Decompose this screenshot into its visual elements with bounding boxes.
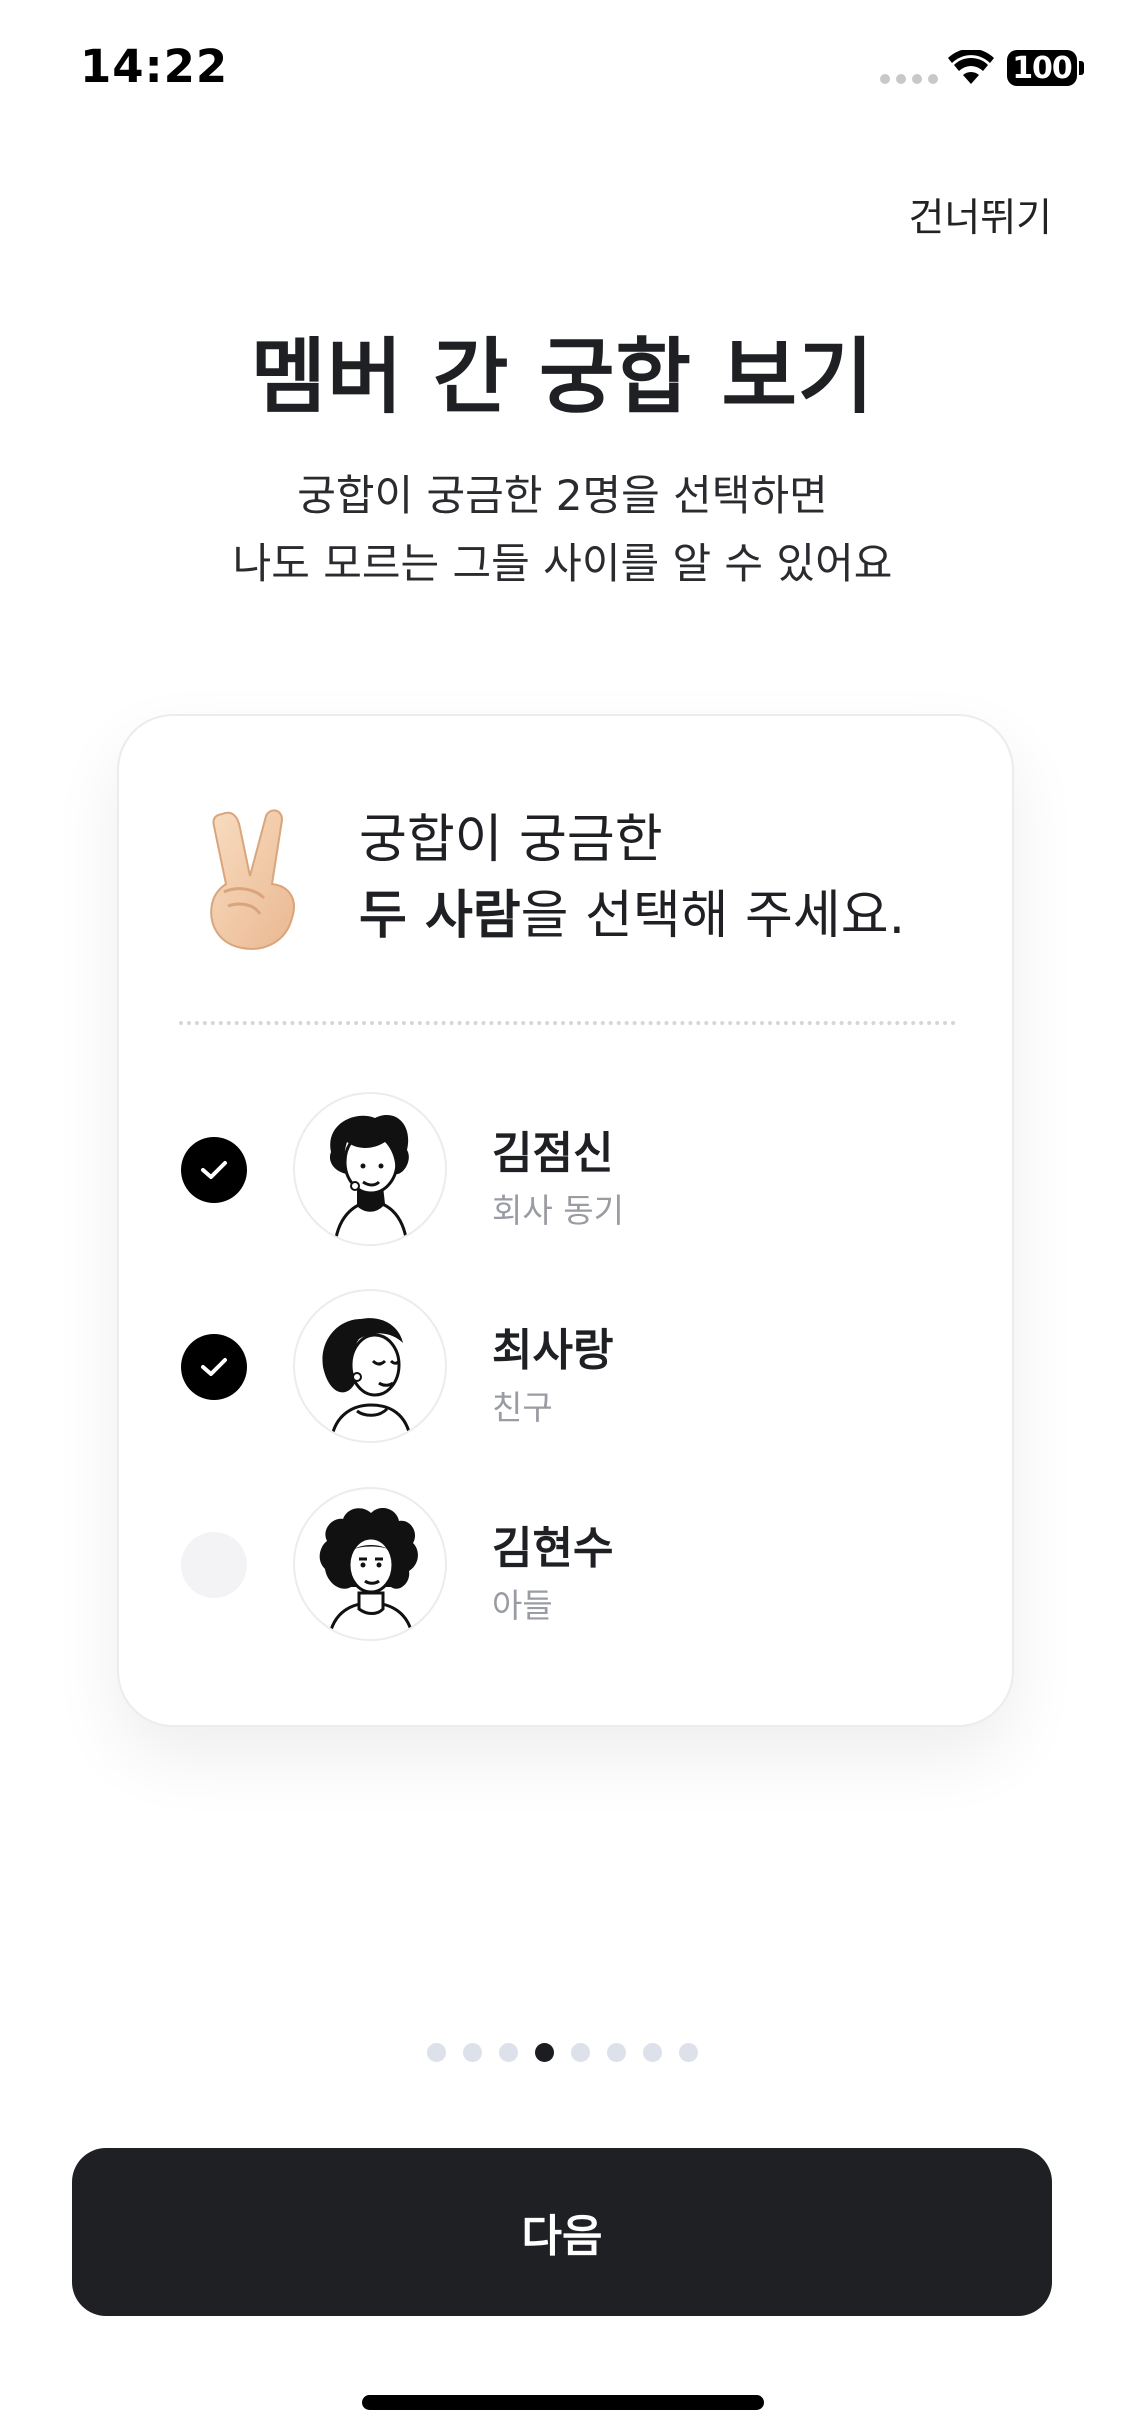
page-title: 멤버 간 궁합 보기 [250,330,875,425]
victory-hand-icon [210,809,295,950]
page-dot [571,2043,590,2062]
battery-cap [1079,61,1084,75]
page-dot-active [535,2043,554,2062]
cellular-signal-icon [880,74,938,84]
member-relation: 회사 동기 [492,1191,624,1230]
check-unselected-icon[interactable] [181,1532,247,1598]
subtitle-line-1: 궁합이 궁금한 2명을 선택하면 [297,471,828,520]
prompt-emphasis: 두 사람 [359,886,521,946]
page-dot [643,2043,662,2062]
member-name: 김현수 [492,1523,614,1574]
next-button[interactable]: 다음 [72,2148,1052,2316]
status-time: 14:22 [80,40,229,93]
member-row[interactable]: 최사랑 친구 [119,1286,1016,1446]
status-bar: 14:22 100 [0,0,1125,140]
check-selected-icon[interactable] [181,1137,247,1203]
page-subtitle: 궁합이 궁금한 2명을 선택하면 나도 모르는 그들 사이를 알 수 있어요 [0,462,1125,598]
avatar [293,1289,447,1443]
home-indicator[interactable] [362,2395,764,2410]
member-name: 최사랑 [492,1325,614,1376]
member-selection-card: 궁합이 궁금한 두 사람을 선택해 주세요. 김점신 회사 동기 최사랑 친구 … [117,714,1014,1727]
wifi-icon [948,50,994,84]
page-indicator [427,2043,698,2062]
prompt-line-2: 두 사람을 선택해 주세요. [359,878,905,954]
skip-button[interactable]: 건너뛰기 [908,187,1052,243]
dotted-divider [179,1021,956,1025]
member-relation: 아들 [492,1586,553,1625]
page-dot [427,2043,446,2062]
check-selected-icon[interactable] [181,1334,247,1400]
member-relation: 친구 [492,1388,553,1427]
page-dot [499,2043,518,2062]
avatar [293,1487,447,1641]
battery-level: 100 [1012,50,1073,86]
avatar [293,1092,447,1246]
battery-icon: 100 [1007,50,1077,86]
page-dot [463,2043,482,2062]
prompt-rest: 을 선택해 주세요. [520,886,906,946]
page-dot [679,2043,698,2062]
page-dot [607,2043,626,2062]
member-name: 김점신 [492,1128,614,1179]
member-row[interactable]: 김점신 회사 동기 [119,1089,1016,1249]
subtitle-line-2: 나도 모르는 그들 사이를 알 수 있어요 [232,539,893,588]
member-row[interactable]: 김현수 아들 [119,1484,1016,1644]
prompt-line-1: 궁합이 궁금한 [359,810,663,870]
selection-prompt: 궁합이 궁금한 두 사람을 선택해 주세요. [359,802,905,954]
